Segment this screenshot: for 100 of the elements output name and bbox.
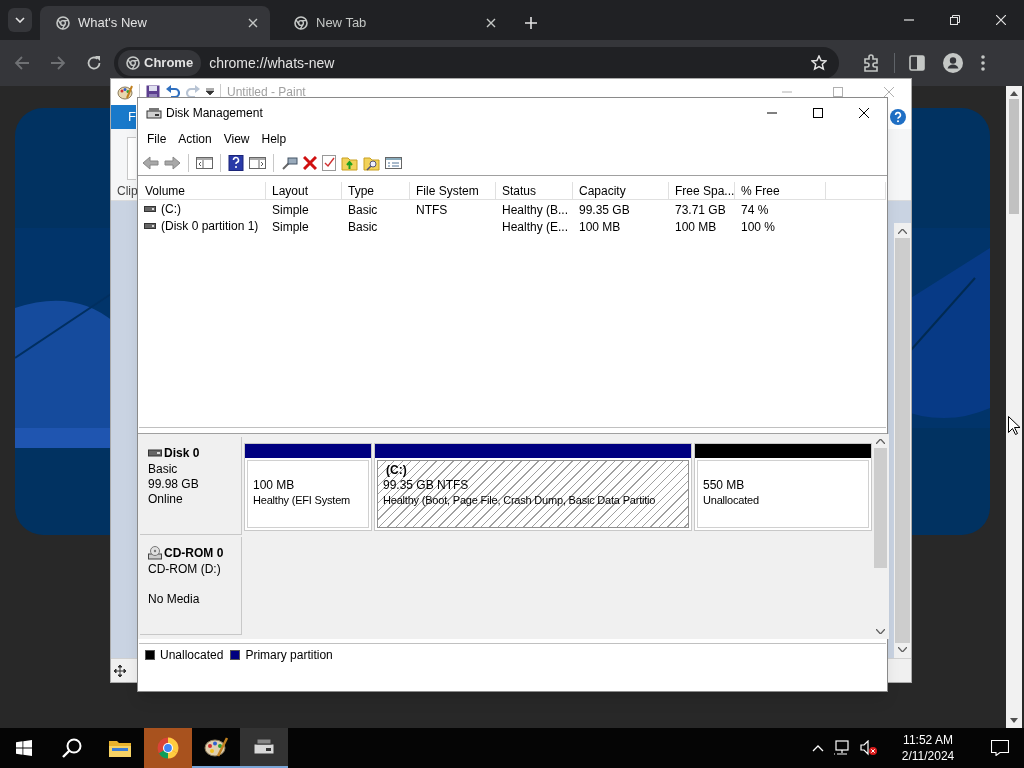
- chrome-logo-icon: [56, 16, 70, 30]
- disk-status: Online: [148, 492, 184, 507]
- back-arrow-icon[interactable]: [14, 55, 30, 71]
- column-header[interactable]: Volume: [139, 182, 266, 200]
- column-header[interactable]: Free Spa...: [669, 182, 735, 200]
- network-icon[interactable]: [833, 740, 851, 756]
- chrome-logo-icon: [126, 56, 140, 70]
- table-cell: 100 MB: [675, 219, 717, 234]
- speaker-muted-icon[interactable]: [860, 740, 878, 756]
- delete-icon[interactable]: [303, 155, 317, 170]
- column-header[interactable]: Type: [342, 182, 410, 200]
- legend-label: Unallocated: [160, 646, 224, 664]
- disk-drive-icon[interactable]: [253, 737, 275, 757]
- panel-icon[interactable]: [249, 154, 266, 171]
- browser-tab[interactable]: What's New: [40, 6, 270, 40]
- table-cell: 100 MB: [579, 219, 621, 234]
- folder-icon[interactable]: [109, 739, 131, 757]
- palette-icon[interactable]: [204, 736, 228, 758]
- column-header[interactable]: Status: [496, 182, 573, 200]
- column-header[interactable]: File System: [410, 182, 496, 200]
- tab-search-button[interactable]: [8, 8, 32, 32]
- drive-icon: [144, 222, 156, 229]
- disk-size: 99.98 GB: [148, 477, 200, 492]
- partition-block[interactable]: (C:) 99.35 GB NTFS Healthy (Boot, Page File, Crash Dump, Basic Data Partitio: [374, 443, 692, 531]
- chevron-up-icon[interactable]: [812, 744, 824, 752]
- redo-icon[interactable]: [186, 85, 200, 99]
- table-cell: 74 %: [741, 202, 769, 217]
- table-cell-text: (C:): [161, 200, 181, 218]
- notification-icon[interactable]: [991, 740, 1009, 756]
- drive-icon: [144, 205, 156, 212]
- folder-search-icon[interactable]: [363, 154, 380, 171]
- chrome-logo-icon: [294, 16, 308, 30]
- forward-arrow-icon[interactable]: [164, 154, 181, 171]
- partition-size: 99.35 GB NTFS: [383, 478, 470, 493]
- mouse-pointer-icon: [1008, 416, 1020, 435]
- scrollbar-thumb[interactable]: [1009, 99, 1019, 214]
- scrollbar-thumb[interactable]: [895, 238, 910, 643]
- star-icon[interactable]: [811, 55, 827, 71]
- reload-icon[interactable]: [86, 55, 102, 71]
- table-cell: Simple: [272, 202, 309, 217]
- scrollbar[interactable]: [894, 223, 911, 658]
- undo-icon[interactable]: [166, 85, 180, 99]
- menu-item[interactable]: Help: [255, 130, 293, 148]
- scrollbar[interactable]: [872, 434, 889, 639]
- menu-item[interactable]: View: [217, 130, 256, 148]
- properties-icon[interactable]: [385, 154, 402, 171]
- forward-arrow-icon[interactable]: [50, 55, 66, 71]
- table-cell: Basic: [348, 219, 378, 234]
- group-label: Clip: [117, 183, 138, 200]
- table-cell-text: (Disk 0 partition 1): [161, 217, 259, 235]
- scroll-down-arrow-icon[interactable]: [1010, 718, 1018, 723]
- side-panel-icon[interactable]: [909, 55, 925, 71]
- partition-block[interactable]: 100 MB Healthy (EFI System: [244, 443, 372, 531]
- plus-icon[interactable]: [525, 17, 537, 29]
- connect-icon[interactable]: [281, 154, 298, 171]
- windows-logo-icon[interactable]: [16, 740, 32, 756]
- table-cell: Healthy (E...: [502, 219, 569, 234]
- column-header[interactable]: % Free: [735, 182, 826, 200]
- disk-drive-icon: [146, 106, 162, 120]
- panel-icon[interactable]: [196, 154, 213, 171]
- menu-icon[interactable]: [981, 55, 985, 71]
- table-cell: Simple: [272, 219, 309, 234]
- table-cell: 99.35 GB: [579, 202, 630, 217]
- disk-type: Basic: [148, 462, 179, 477]
- table-cell: 73.71 GB: [675, 202, 726, 217]
- chevron-down-icon: [15, 17, 25, 23]
- column-header[interactable]: Layout: [266, 182, 342, 200]
- maximize-icon[interactable]: [813, 108, 823, 118]
- scrollbar[interactable]: [1006, 86, 1022, 728]
- url-text: chrome://whats-new: [209, 53, 336, 73]
- partition-status: Unallocated: [703, 493, 759, 508]
- menu-item[interactable]: Action: [172, 130, 218, 148]
- legend-label: Primary partition: [245, 646, 333, 664]
- scroll-up-arrow-icon[interactable]: [1010, 91, 1018, 96]
- table-cell: Healthy (B...: [502, 202, 569, 217]
- dropdown-arrow-icon[interactable]: [206, 88, 214, 96]
- scrollbar-thumb[interactable]: [874, 448, 887, 568]
- cd-drive-icon: [148, 546, 162, 560]
- partition-block[interactable]: 550 MB Unallocated: [694, 443, 872, 531]
- profile-icon[interactable]: [943, 53, 963, 73]
- partition-label: (C:): [385, 463, 408, 478]
- column-header[interactable]: Capacity: [573, 182, 669, 200]
- clock[interactable]: 11:52 AM 2/11/2024: [887, 732, 969, 764]
- address-bar[interactable]: Chrome chrome://whats-new: [114, 47, 839, 79]
- file-tab[interactable]: F: [111, 105, 136, 129]
- browser-tab[interactable]: New Tab: [278, 6, 508, 40]
- checklist-icon[interactable]: [322, 154, 336, 171]
- search-icon[interactable]: [62, 738, 82, 758]
- site-chip[interactable]: Chrome: [118, 50, 202, 76]
- partition-status: Healthy (EFI System: [253, 493, 351, 508]
- folder-up-icon[interactable]: [341, 154, 358, 171]
- help-icon[interactable]: [228, 154, 244, 171]
- restore-icon[interactable]: [950, 15, 960, 25]
- back-arrow-icon[interactable]: [142, 154, 159, 171]
- chrome-logo-icon[interactable]: [157, 737, 179, 759]
- close-icon[interactable]: [859, 108, 869, 118]
- table-cell: 100 %: [741, 219, 776, 234]
- puzzle-icon[interactable]: [863, 54, 881, 72]
- disk-type: CD-ROM (D:): [148, 562, 222, 577]
- menu-item[interactable]: File: [141, 130, 173, 148]
